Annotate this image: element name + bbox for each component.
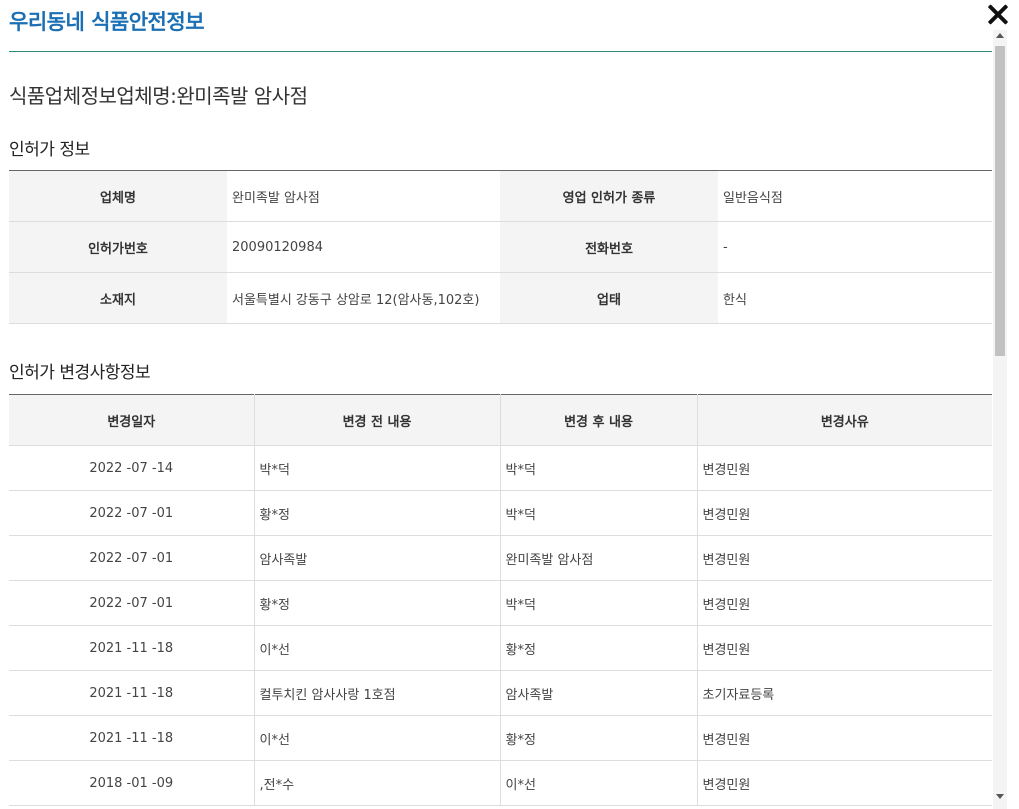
change-reason: 변경민원	[697, 445, 992, 491]
column-header: 변경 후 내용	[500, 394, 698, 446]
table-row: 2022 -07 -01 암사족발 완미족발 암사점 변경민원	[9, 535, 992, 581]
modal-title: 우리동네 식품안전정보	[9, 10, 205, 34]
license-info-table: 업체명 완미족발 암사점 영업 인허가 종류 일반음식점 인허가번호 2009012098…	[9, 170, 992, 324]
scroll-up-arrow-icon[interactable]	[996, 33, 1004, 38]
before-content: 암사족발	[254, 535, 501, 581]
vertical-scrollbar[interactable]	[993, 30, 1007, 809]
change-date: 2021 -11 -18	[9, 625, 255, 671]
change-reason: 초기자료등록	[697, 670, 992, 716]
before-content: 이*선	[254, 625, 501, 671]
after-content: 박*덕	[500, 490, 698, 536]
table-row: 2022 -07 -01 황*정 박*덕 변경민원	[9, 490, 992, 536]
before-content: 박*덕	[254, 445, 501, 491]
info-value: -	[718, 221, 992, 273]
info-row: 인허가번호 20090120984 전화번호 -	[9, 221, 992, 273]
license-changes-table: 변경일자 변경 전 내용 변경 후 내용 변경사유 2022 -07 -14 박*덕 박*…	[9, 394, 992, 806]
info-label: 영업 인허가 종류	[500, 170, 718, 222]
info-label: 전화번호	[500, 221, 718, 273]
change-reason: 변경민원	[697, 535, 992, 581]
before-content: 컬투치킨 암사사랑 1호점	[254, 670, 501, 716]
license-changes-heading: 인허가 변경사항정보	[9, 363, 151, 383]
scroll-thumb[interactable]	[995, 46, 1005, 356]
change-reason: 변경민원	[697, 760, 992, 806]
after-content: 완미족발 암사점	[500, 535, 698, 581]
change-reason: 변경민원	[697, 490, 992, 536]
table-row: 2021 -11 -18 이*선 황*정 변경민원	[9, 715, 992, 761]
info-label: 업체명	[9, 170, 227, 222]
close-icon[interactable]	[984, 1, 1012, 29]
change-date: 2021 -11 -18	[9, 670, 255, 716]
info-value: 완미족발 암사점	[227, 170, 500, 222]
modal-header: 우리동네 식품안전정보	[9, 0, 992, 52]
change-date: 2022 -07 -14	[9, 445, 255, 491]
info-value: 서울특별시 강동구 상암로 12(암사동,102호)	[227, 272, 500, 324]
after-content: 이*선	[500, 760, 698, 806]
change-reason: 변경민원	[697, 580, 992, 626]
change-date: 2022 -07 -01	[9, 580, 255, 626]
after-content: 박*덕	[500, 580, 698, 626]
food-safety-modal: 우리동네 식품안전정보 식품업체정보업체명:완미족발 암사점 인허가 정보 업체…	[0, 0, 1019, 809]
business-title: 식품업체정보업체명:완미족발 암사점	[9, 84, 308, 108]
info-label: 소재지	[9, 272, 227, 324]
info-value: 일반음식점	[718, 170, 992, 222]
column-header: 변경 전 내용	[254, 394, 501, 446]
before-content: 황*정	[254, 580, 501, 626]
info-label: 업태	[500, 272, 718, 324]
change-date: 2022 -07 -01	[9, 535, 255, 581]
before-content: ,전*수	[254, 760, 501, 806]
before-content: 이*선	[254, 715, 501, 761]
change-date: 2022 -07 -01	[9, 490, 255, 536]
after-content: 암사족발	[500, 670, 698, 716]
change-date: 2018 -01 -09	[9, 760, 255, 806]
after-content: 박*덕	[500, 445, 698, 491]
before-content: 황*정	[254, 490, 501, 536]
license-info-heading: 인허가 정보	[9, 140, 90, 160]
table-row: 2021 -11 -18 컬투치킨 암사사랑 1호점 암사족발 초기자료등록	[9, 670, 992, 716]
after-content: 황*정	[500, 715, 698, 761]
info-value: 20090120984	[227, 221, 500, 273]
table-row: 2022 -07 -01 황*정 박*덕 변경민원	[9, 580, 992, 626]
table-row: 2022 -07 -14 박*덕 박*덕 변경민원	[9, 445, 992, 491]
after-content: 황*정	[500, 625, 698, 671]
info-value: 한식	[718, 272, 992, 324]
table-row: 2018 -01 -09 ,전*수 이*선 변경민원	[9, 760, 992, 806]
scroll-down-arrow-icon[interactable]	[996, 794, 1004, 799]
table-row: 2021 -11 -18 이*선 황*정 변경민원	[9, 625, 992, 671]
change-date: 2021 -11 -18	[9, 715, 255, 761]
change-reason: 변경민원	[697, 625, 992, 671]
info-row: 소재지 서울특별시 강동구 상암로 12(암사동,102호) 업태 한식	[9, 272, 992, 324]
change-reason: 변경민원	[697, 715, 992, 761]
info-label: 인허가번호	[9, 221, 227, 273]
info-row: 업체명 완미족발 암사점 영업 인허가 종류 일반음식점	[9, 170, 992, 222]
column-header: 변경사유	[697, 394, 992, 446]
column-header: 변경일자	[9, 394, 255, 446]
